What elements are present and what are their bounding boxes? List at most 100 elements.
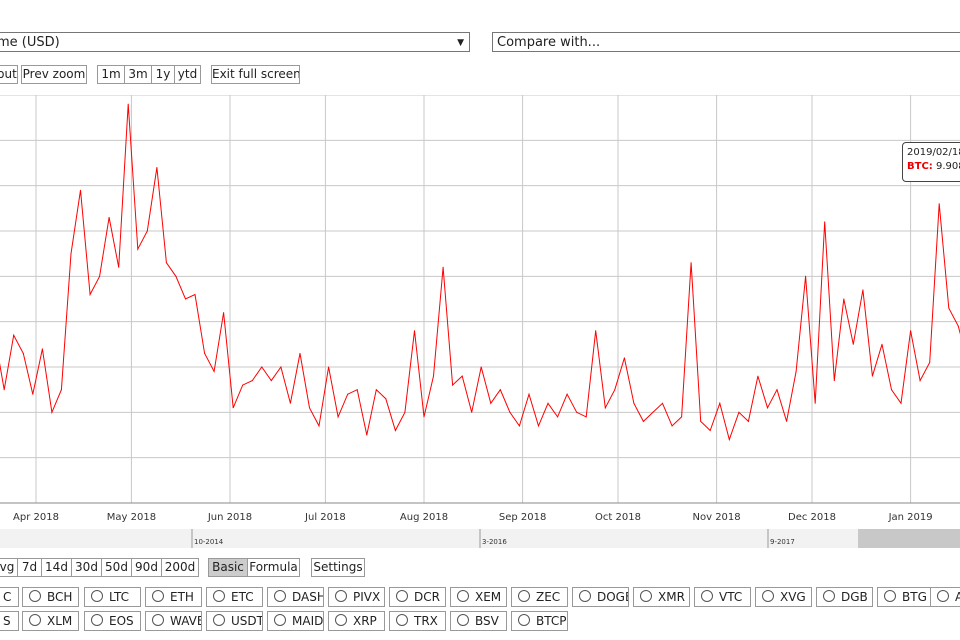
x-tick-label: Nov 2018 xyxy=(693,512,741,523)
radio-icon[interactable] xyxy=(396,590,408,602)
prev-zoom-button[interactable]: Prev zoom xyxy=(21,65,87,84)
data-point xyxy=(366,434,368,436)
data-point xyxy=(385,398,387,400)
coin-option-eth[interactable]: ETH xyxy=(145,587,202,607)
coin-option-bch[interactable]: BCH xyxy=(22,587,79,607)
x-tick-label: Jan 2019 xyxy=(888,512,933,523)
coin-option-waves[interactable]: WAVES xyxy=(145,611,202,631)
avg-200d-button[interactable]: 200d xyxy=(161,558,199,577)
avg-50d-button[interactable]: 50d xyxy=(101,558,132,577)
data-point xyxy=(747,420,749,422)
radio-icon[interactable] xyxy=(29,614,41,626)
coin-option-pivx[interactable]: PIVX xyxy=(328,587,385,607)
coin-option-btcp[interactable]: BTCP xyxy=(511,611,568,631)
radio-icon[interactable] xyxy=(518,590,530,602)
data-point xyxy=(156,167,158,168)
coin-label: DGB xyxy=(841,590,868,604)
data-point xyxy=(127,103,129,105)
data-point xyxy=(452,384,454,386)
radio-icon[interactable] xyxy=(213,614,225,626)
radio-icon[interactable] xyxy=(823,590,835,602)
radio-icon[interactable] xyxy=(274,614,286,626)
data-point xyxy=(814,402,816,404)
radio-icon[interactable] xyxy=(640,590,652,602)
radio-icon[interactable] xyxy=(29,590,41,602)
radio-icon[interactable] xyxy=(335,614,347,626)
exit-fullscreen-button[interactable]: Exit full screen xyxy=(211,65,300,84)
coin-option-zec[interactable]: ZEC xyxy=(511,587,568,607)
coin-option-xmr[interactable]: XMR xyxy=(633,587,690,607)
coin-option-dcr[interactable]: DCR xyxy=(389,587,446,607)
navigator-label: 10-2014 xyxy=(194,538,224,546)
navigator[interactable]: 10-2014 3-2016 9-2017 xyxy=(0,529,960,548)
zoom-out-button[interactable]: out xyxy=(0,65,18,84)
data-point xyxy=(51,411,53,413)
data-point xyxy=(251,380,253,382)
radio-icon[interactable] xyxy=(457,590,469,602)
radio-icon[interactable] xyxy=(518,614,530,626)
coin-option-bsv[interactable]: BSV xyxy=(450,611,507,631)
avg-14d-button[interactable]: 14d xyxy=(41,558,72,577)
radio-icon[interactable] xyxy=(152,614,164,626)
data-point xyxy=(690,262,692,264)
coin-label: XEM xyxy=(475,590,502,604)
data-point xyxy=(261,366,263,368)
data-point xyxy=(404,411,406,413)
coin-option-trx[interactable]: TRX xyxy=(389,611,446,631)
radio-icon[interactable] xyxy=(884,590,896,602)
avg-90d-button[interactable]: 90d xyxy=(131,558,162,577)
coin-option-maid[interactable]: MAID xyxy=(267,611,324,631)
range-3m-button[interactable]: 3m xyxy=(124,65,152,84)
tooltip-date: 2019/02/18 xyxy=(907,147,960,158)
range-1m-button[interactable]: 1m xyxy=(97,65,125,84)
coin-label: C xyxy=(3,590,12,604)
settings-button[interactable]: Settings xyxy=(311,558,365,577)
coin-option-s[interactable]: S xyxy=(0,611,19,631)
radio-icon[interactable] xyxy=(335,590,347,602)
radio-icon[interactable] xyxy=(91,614,103,626)
coin-option-ltc[interactable]: LTC xyxy=(84,587,141,607)
metric-select[interactable]: me (USD) ▼ xyxy=(0,32,470,52)
coin-option-xem[interactable]: XEM xyxy=(450,587,507,607)
coin-option-btg[interactable]: BTG xyxy=(877,587,934,607)
coin-option-a[interactable]: A xyxy=(930,587,960,607)
coin-option-etc[interactable]: ETC xyxy=(206,587,263,607)
radio-icon[interactable] xyxy=(579,590,591,602)
radio-icon[interactable] xyxy=(396,614,408,626)
radio-icon[interactable] xyxy=(701,590,713,602)
avg-30d-button[interactable]: 30d xyxy=(71,558,102,577)
coin-option-xlm[interactable]: XLM xyxy=(22,611,79,631)
data-point xyxy=(13,334,15,336)
coin-option-eos[interactable]: EOS xyxy=(84,611,141,631)
data-point xyxy=(471,411,473,413)
data-point xyxy=(900,402,902,404)
coin-option-xrp[interactable]: XRP xyxy=(328,611,385,631)
radio-icon[interactable] xyxy=(937,590,949,602)
data-point xyxy=(41,348,43,350)
navigator-selection-handle[interactable] xyxy=(858,529,960,548)
range-1y-button[interactable]: 1y xyxy=(151,65,175,84)
coin-option-dash[interactable]: DASH xyxy=(267,587,324,607)
radio-icon[interactable] xyxy=(762,590,774,602)
formula-mode-button[interactable]: Formula xyxy=(247,558,300,577)
coin-option-usdt[interactable]: USDT xyxy=(206,611,263,631)
range-ytd-button[interactable]: ytd xyxy=(174,65,201,84)
basic-mode-button[interactable]: Basic xyxy=(208,558,248,577)
navigator-label: 3-2016 xyxy=(482,538,507,546)
chart-line-layer xyxy=(0,103,960,442)
compare-select[interactable]: Compare with... xyxy=(492,32,960,52)
radio-icon[interactable] xyxy=(274,590,286,602)
coin-option-dgb[interactable]: DGB xyxy=(816,587,873,607)
coin-option-xvg[interactable]: XVG xyxy=(755,587,812,607)
radio-icon[interactable] xyxy=(91,590,103,602)
compare-select-placeholder: Compare with... xyxy=(497,35,601,50)
radio-icon[interactable] xyxy=(213,590,225,602)
coin-option-c[interactable]: C xyxy=(0,587,19,607)
data-point xyxy=(223,312,225,314)
avg-button[interactable]: vg xyxy=(0,558,18,577)
radio-icon[interactable] xyxy=(152,590,164,602)
coin-option-doge[interactable]: DOGE xyxy=(572,587,629,607)
coin-option-vtc[interactable]: VTC xyxy=(694,587,751,607)
avg-7d-button[interactable]: 7d xyxy=(17,558,42,577)
radio-icon[interactable] xyxy=(457,614,469,626)
